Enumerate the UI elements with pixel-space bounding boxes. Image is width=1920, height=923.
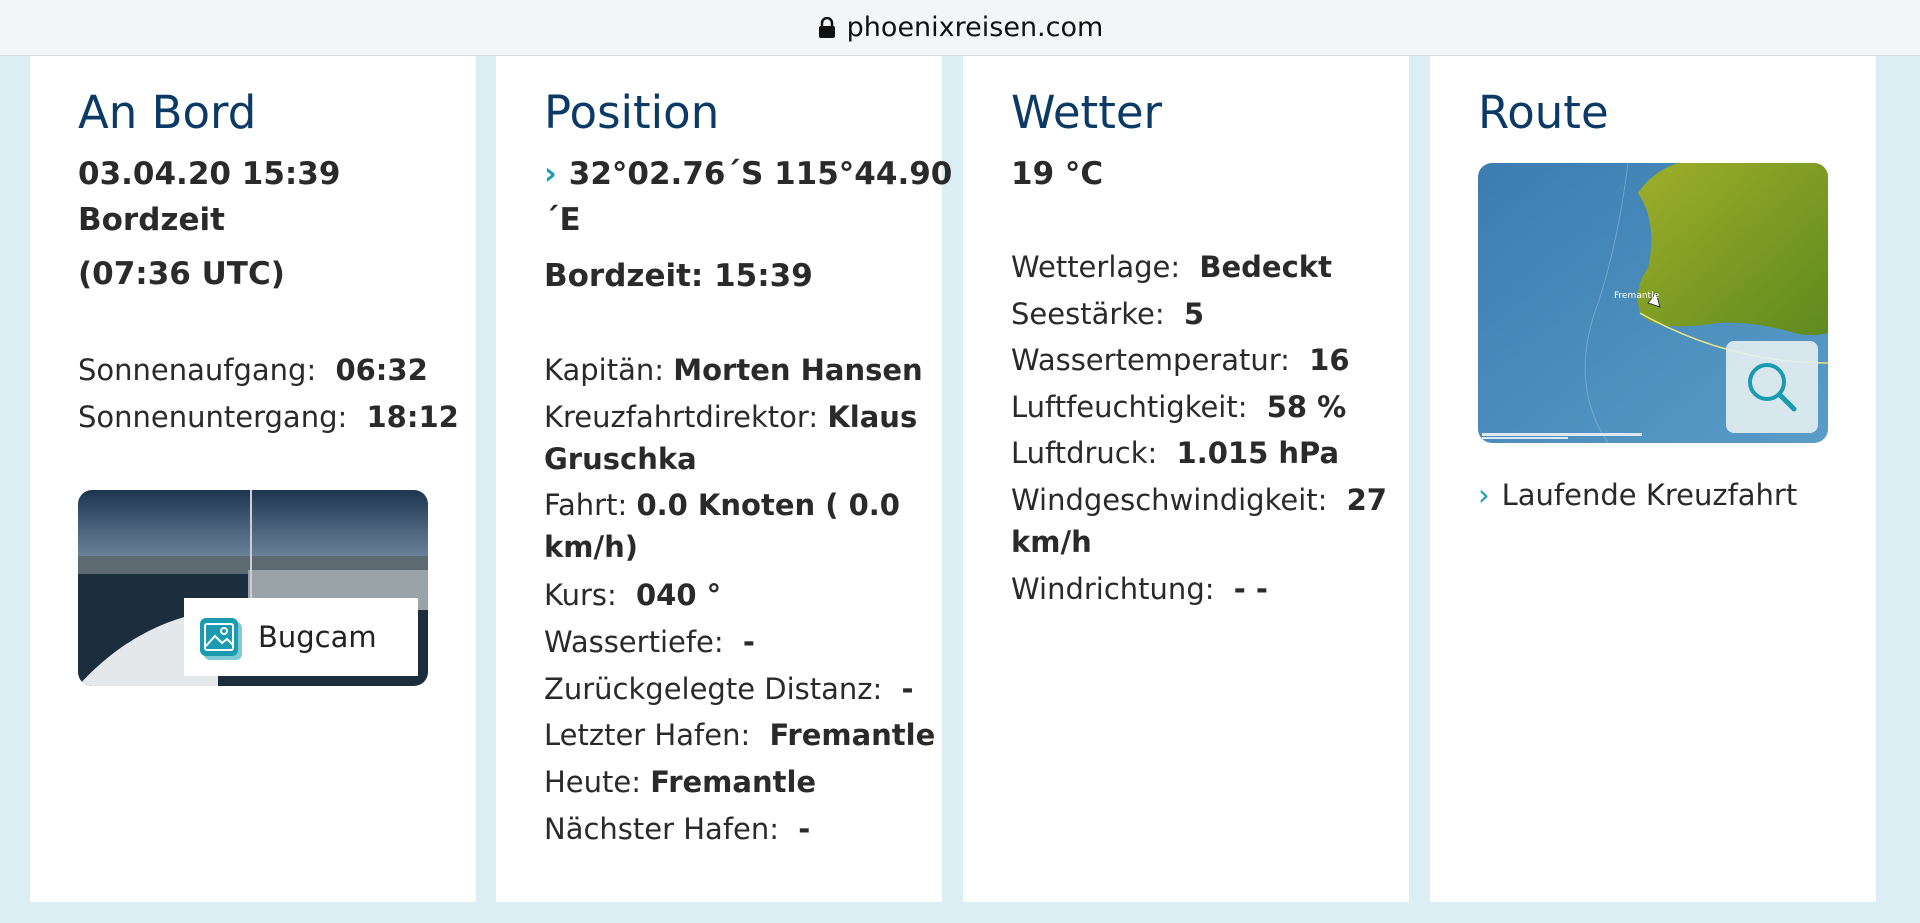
pressure-label: Luftdruck: <box>1011 436 1158 470</box>
speed-value-1: 0.0 Knoten ( 0.0 <box>636 488 900 522</box>
wind-direction-value: - - <box>1233 572 1268 606</box>
today-value: Fremantle <box>650 765 817 799</box>
chevron-right-icon: › <box>1478 478 1490 512</box>
captain-row: Kapitän: Morten Hansen <box>544 349 923 391</box>
browser-address-bar[interactable]: phoenixreisen.com <box>0 0 1920 56</box>
sunrise-value: 06:32 <box>335 353 428 387</box>
chevron-right-icon: › <box>544 156 557 192</box>
next-port-row: Nächster Hafen: - <box>544 808 810 850</box>
depth-row: Wassertiefe: - <box>544 621 755 663</box>
director-row: Kreuzfahrtdirektor: Klaus <box>544 396 917 438</box>
speed-label: Fahrt: <box>544 488 628 522</box>
water-temp-row: Wassertemperatur: 16 <box>1011 339 1350 381</box>
distance-value: - <box>901 672 914 706</box>
sunrise-row: Sonnenaufgang: 06:32 <box>78 349 428 391</box>
card-position: Position › 32°02.76´S 115°44.90 ´E Bordze… <box>496 56 952 902</box>
pressure-row: Luftdruck: 1.015 hPa <box>1011 432 1339 474</box>
image-icon <box>200 618 238 656</box>
distance-row: Zurückgelegte Distanz: - <box>544 668 914 710</box>
sunset-value: 18:12 <box>366 400 459 434</box>
director-value-1: Klaus <box>827 400 918 434</box>
humidity-value: 58 % <box>1266 390 1347 424</box>
current-cruise-link[interactable]: › Laufende Kreuzfahrt <box>1478 474 1797 516</box>
today-row: Heute: Fremantle <box>544 761 816 803</box>
bugcam-thumbnail[interactable]: Bugcam <box>78 490 428 686</box>
card-title-wetter: Wetter <box>1011 86 1163 139</box>
card-wetter: Wetter 19 °C Wetterlage: Bedeckt Seestär… <box>963 56 1409 902</box>
url-text: phoenixreisen.com <box>846 12 1104 43</box>
card-title-position: Position <box>544 86 720 139</box>
temperature: 19 °C <box>1011 156 1104 192</box>
position-bordzeit: Bordzeit: 15:39 <box>544 258 813 294</box>
speed-row: Fahrt: 0.0 Knoten ( 0.0 <box>544 484 900 526</box>
bugcam-label: Bugcam <box>258 620 377 654</box>
last-port-row: Letzter Hafen: Fremantle <box>544 714 935 756</box>
last-port-value: Fremantle <box>769 718 936 752</box>
route-map[interactable]: Fremantle <box>1478 163 1828 443</box>
water-temp-label: Wassertemperatur: <box>1011 343 1290 377</box>
water-temp-value: 16 <box>1309 343 1350 377</box>
map-port-label: Fremantle <box>1614 291 1660 301</box>
distance-label: Zurückgelegte Distanz: <box>544 672 883 706</box>
card-title-an-bord: An Bord <box>78 86 257 139</box>
coordinates-line2: ´E <box>544 202 581 238</box>
director-label: Kreuzfahrtdirektor: <box>544 400 819 434</box>
condition-value: Bedeckt <box>1199 250 1332 284</box>
sea-state-row: Seestärke: 5 <box>1011 293 1204 335</box>
onboard-utc: (07:36 UTC) <box>78 256 285 292</box>
wind-speed-label: Windgeschwindigkeit: <box>1011 483 1328 517</box>
course-label: Kurs: <box>544 578 617 612</box>
lock-icon <box>818 16 835 38</box>
director-value-2: Gruschka <box>544 442 697 476</box>
captain-label: Kapitän: <box>544 353 665 387</box>
depth-value: - <box>742 625 755 659</box>
condition-row: Wetterlage: Bedeckt <box>1011 246 1332 288</box>
card-route: Route Fremantle › Laufende Kreuzfahrt <box>1430 56 1876 902</box>
wind-speed-row: Windgeschwindigkeit: 27 <box>1011 479 1387 521</box>
sunrise-label: Sonnenaufgang: <box>78 353 317 387</box>
pressure-value: 1.015 hPa <box>1176 436 1340 470</box>
captain-value: Morten Hansen <box>673 353 923 387</box>
wind-speed-value-2: km/h <box>1011 525 1092 559</box>
sea-state-value: 5 <box>1183 297 1205 331</box>
current-cruise-label: Laufende Kreuzfahrt <box>1501 478 1798 512</box>
wind-speed-value-1: 27 <box>1346 483 1387 517</box>
onboard-bordzeit-label: Bordzeit <box>78 202 225 238</box>
wind-direction-label: Windrichtung: <box>1011 572 1215 606</box>
bugcam-button[interactable]: Bugcam <box>184 598 418 676</box>
sunset-row: Sonnenuntergang: 18:12 <box>78 396 459 438</box>
last-port-label: Letzter Hafen: <box>544 718 751 752</box>
onboard-datetime: 03.04.20 15:39 <box>78 156 341 192</box>
sea-state-label: Seestärke: <box>1011 297 1165 331</box>
card-title-route: Route <box>1478 86 1609 139</box>
humidity-label: Luftfeuchtigkeit: <box>1011 390 1248 424</box>
today-label: Heute: <box>544 765 642 799</box>
depth-label: Wassertiefe: <box>544 625 724 659</box>
card-an-bord: An Bord 03.04.20 15:39 Bordzeit (07:36 U… <box>30 56 476 902</box>
speed-value-2: km/h) <box>544 530 638 564</box>
coordinates-row: › 32°02.76´S 115°44.90 <box>544 153 952 195</box>
map-zoom-button[interactable] <box>1726 341 1818 433</box>
course-value: 040 ° <box>635 578 722 612</box>
coordinates-line1: 32°02.76´S 115°44.90 <box>568 156 953 192</box>
condition-label: Wetterlage: <box>1011 250 1181 284</box>
next-port-value: - <box>798 812 811 846</box>
next-port-label: Nächster Hafen: <box>544 812 780 846</box>
search-icon <box>1748 363 1797 412</box>
humidity-row: Luftfeuchtigkeit: 58 % <box>1011 386 1346 428</box>
sunset-label: Sonnenuntergang: <box>78 400 348 434</box>
course-row: Kurs: 040 ° <box>544 574 721 616</box>
wind-direction-row: Windrichtung: - - <box>1011 568 1268 610</box>
